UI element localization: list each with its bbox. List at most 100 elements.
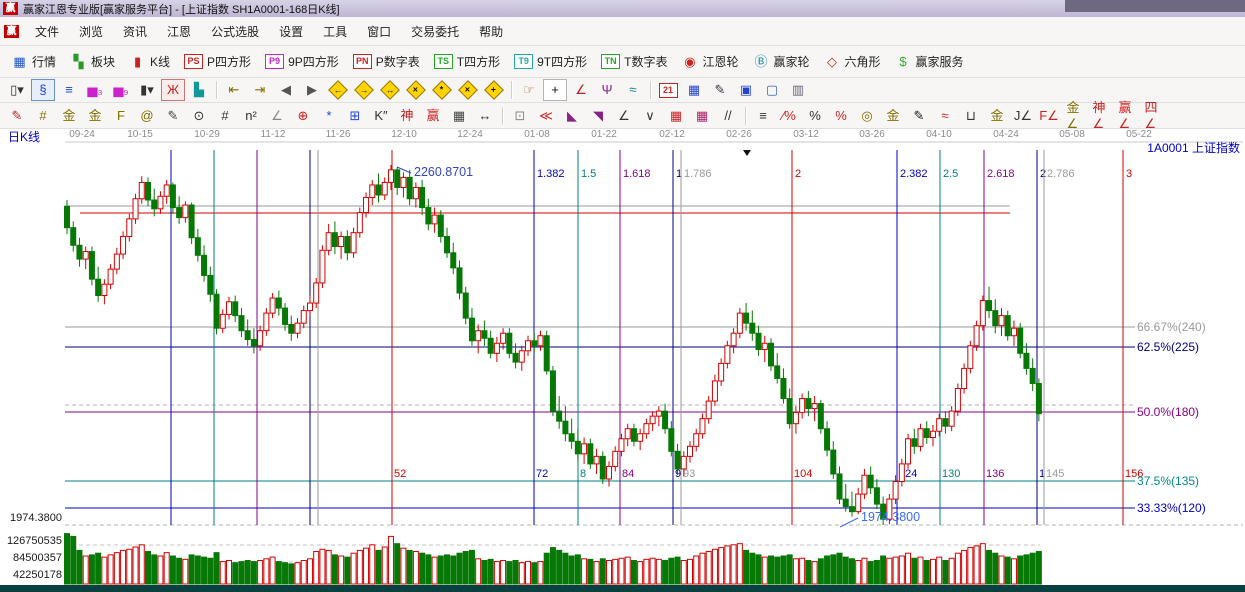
info-panel-button[interactable]: ≡: [57, 79, 81, 101]
pen-measure-button[interactable]: ✎: [161, 105, 185, 127]
k-quote-button[interactable]: K″: [369, 105, 393, 127]
calculator-button[interactable]: ▦: [682, 79, 706, 101]
angle-measure-button[interactable]: ∠: [569, 79, 593, 101]
p-number-button[interactable]: PN P数字表: [346, 50, 427, 73]
grid-123-icon: ▦: [452, 107, 466, 123]
fan-box-a-button[interactable]: ◣: [560, 105, 584, 127]
gann-cross-button[interactable]: ×: [456, 79, 480, 101]
candle-type-button[interactable]: ▮▾: [135, 79, 159, 101]
nav-next-button[interactable]: ▶: [300, 79, 324, 101]
t-number-button[interactable]: TN T数字表: [594, 50, 674, 73]
nav-prev-button[interactable]: ◀: [274, 79, 298, 101]
gold-line-button[interactable]: 金: [881, 105, 905, 127]
t-square-button[interactable]: TS T四方形: [427, 50, 507, 73]
spiral-tool-button[interactable]: @: [135, 105, 159, 127]
menu-item-7[interactable]: 窗口: [357, 21, 401, 42]
send-window-button[interactable]: ▢: [760, 79, 784, 101]
pencil-fan-button[interactable]: ∠: [612, 105, 636, 127]
percent-button[interactable]: %: [803, 105, 827, 127]
j-angle-button[interactable]: J∠: [1011, 105, 1035, 127]
box-frame-button[interactable]: ⊡: [508, 105, 532, 127]
gold-angle-button[interactable]: 金∠: [1063, 100, 1087, 131]
gold-underline-button[interactable]: 金: [985, 105, 1009, 127]
f-grid-button[interactable]: F: [109, 105, 133, 127]
menu-item-8[interactable]: 交易委托: [401, 21, 469, 42]
gold-grid-b-button[interactable]: 金: [83, 105, 107, 127]
t9-square-button[interactable]: T9 9T四方形: [507, 50, 594, 73]
volume9-button[interactable]: ▅₉: [109, 79, 133, 101]
percent-slash-button[interactable]: ⁄%: [777, 105, 801, 127]
gold-grid-a-button[interactable]: 金: [57, 105, 81, 127]
fan-lines-button[interactable]: ≪: [534, 105, 558, 127]
grid-cross-a-button[interactable]: ▦: [664, 105, 688, 127]
gann-shift-right-button[interactable]: →: [352, 79, 376, 101]
span-arrow-button[interactable]: ↔: [473, 105, 497, 127]
gann-shift-left-button[interactable]: ←: [326, 79, 350, 101]
menu-item-5[interactable]: 设置: [269, 21, 313, 42]
pen-black-button[interactable]: ✎: [907, 105, 931, 127]
menu-item-0[interactable]: 文件: [25, 21, 69, 42]
calendar-button[interactable]: 21: [656, 79, 680, 101]
zigzag-button[interactable]: ∨: [638, 105, 662, 127]
ying-angle-button[interactable]: 赢∠: [1115, 100, 1139, 131]
ying-grid-button[interactable]: 赢: [421, 105, 445, 127]
gann-compress-button[interactable]: ×: [404, 79, 428, 101]
quotes-button[interactable]: ▦ 行情: [4, 50, 63, 73]
kline-chart-area[interactable]: 09-24 10-15 10-29 11-12 11-26 12-10 12-24 01-08…: [0, 129, 1245, 585]
menu-item-1[interactable]: 浏览: [69, 21, 113, 42]
f-angle-button[interactable]: F∠: [1037, 105, 1061, 127]
fan-box-b-button[interactable]: ◥: [586, 105, 610, 127]
marker-tool-button[interactable]: Ψ: [595, 79, 619, 101]
winner-service-button[interactable]: $ 赢家服务: [888, 50, 971, 73]
volume3-button[interactable]: ▅₃: [83, 79, 107, 101]
gann-wheel-button[interactable]: ◉ 江恩轮: [674, 50, 745, 73]
angle-line-button[interactable]: ∠: [265, 105, 289, 127]
wave-tool-button[interactable]: ≈: [933, 105, 957, 127]
brush-tool-button[interactable]: ✎: [5, 105, 29, 127]
compass-button[interactable]: ⊕: [291, 105, 315, 127]
crosshair-button[interactable]: +: [543, 79, 567, 101]
hand-drag-button[interactable]: ☞: [517, 79, 541, 101]
percent-line-button[interactable]: %: [829, 105, 853, 127]
grid-ruler-button[interactable]: #: [31, 105, 55, 127]
scribble-tool-button[interactable]: ≈: [621, 79, 645, 101]
depth-list-button[interactable]: ≡: [751, 105, 775, 127]
region-overlay-button[interactable]: §: [31, 79, 55, 101]
gann-star-button[interactable]: *: [430, 79, 454, 101]
pattern-tool-button[interactable]: Ж: [161, 79, 185, 101]
gann-expand-button[interactable]: ↔: [378, 79, 402, 101]
shen-grid-button[interactable]: 神: [395, 105, 419, 127]
menu-item-4[interactable]: 公式选股: [201, 21, 269, 42]
p9-square-button[interactable]: P9 9P四方形: [258, 50, 346, 73]
winner-wheel-button[interactable]: Ⓑ 赢家轮: [745, 50, 816, 73]
slant-lines-button[interactable]: //: [716, 105, 740, 127]
p-square-button[interactable]: PS P四方形: [177, 50, 258, 73]
menu-item-2[interactable]: 资讯: [113, 21, 157, 42]
grid-123-button[interactable]: ▦: [447, 105, 471, 127]
period-selector-button[interactable]: ▯▾: [5, 79, 29, 101]
menu-item-3[interactable]: 江恩: [157, 21, 201, 42]
remote-pc-button[interactable]: ▥: [786, 79, 810, 101]
sectors-button[interactable]: ▚ 板块: [63, 50, 122, 73]
kline-chart-svg[interactable]: 09-24 10-15 10-29 11-12 11-26 12-10 12-24 01-08…: [0, 129, 1245, 585]
nav-first-button[interactable]: ⇤: [222, 79, 246, 101]
menu-item-6[interactable]: 工具: [313, 21, 357, 42]
nav-last-button[interactable]: ⇥: [248, 79, 272, 101]
cup-tool-button[interactable]: ⊔: [959, 105, 983, 127]
shen-angle-button[interactable]: 神∠: [1089, 100, 1113, 131]
gold-circle-button[interactable]: ◎: [855, 105, 879, 127]
cycle-circle-button[interactable]: ⊙: [187, 105, 211, 127]
save-view-button[interactable]: ▣: [734, 79, 758, 101]
star-box-button[interactable]: ⊞: [343, 105, 367, 127]
ruler2-button[interactable]: #: [213, 105, 237, 127]
kline-button[interactable]: ▮ K线: [122, 50, 177, 73]
hexagon-button[interactable]: ◇ 六角形: [817, 50, 888, 73]
star-tool-button[interactable]: *: [317, 105, 341, 127]
gann-plus-button[interactable]: +: [482, 79, 506, 101]
menu-item-9[interactable]: 帮助: [469, 21, 513, 42]
color-histogram-button[interactable]: ▙: [187, 79, 211, 101]
notepad-button[interactable]: ✎: [708, 79, 732, 101]
n2-grid-button[interactable]: n²: [239, 105, 263, 127]
si-angle-button[interactable]: 四∠: [1141, 100, 1165, 131]
grid-cross-b-button[interactable]: ▦: [690, 105, 714, 127]
